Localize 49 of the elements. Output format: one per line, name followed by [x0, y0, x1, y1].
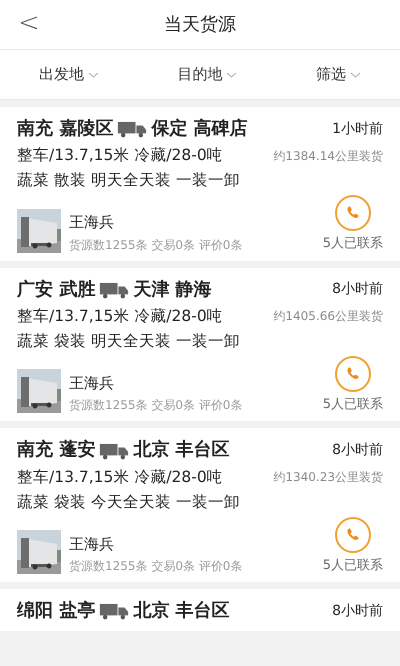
cargo-card[interactable]: 南充 嘉陵区 保定 高碑店 1小时前 整车/13.7,15米 冷藏/28-0吨 约1384.14公里装货 蔬菜 散装 明天全天装 一装一卸 王海兵 货源数1255条 交易0条 评价0条 5人已联系	[0, 107, 400, 261]
truck-icon	[99, 280, 130, 299]
destination: 保定 高碑店	[151, 117, 248, 141]
origin: 南充 嘉陵区	[17, 117, 114, 141]
distance: 约1340.23公里装货	[273, 469, 383, 486]
chevron-down-icon	[350, 70, 361, 78]
cargo-card[interactable]: 绵阳 盐亭 北京 丰台区 8小时前	[0, 589, 400, 632]
chevron-down-icon	[226, 70, 238, 78]
origin: 南充 蓬安	[17, 438, 96, 462]
post-time: 8小时前	[332, 441, 383, 460]
call-button[interactable]	[334, 356, 371, 392]
cargo-tags: 蔬菜 袋装 明天全天装 一装一卸	[17, 330, 240, 352]
page-title: 当天货源	[164, 13, 236, 37]
driver-name: 王海兵	[69, 372, 115, 394]
post-time: 1小时前	[332, 120, 383, 139]
filter-dropdown[interactable]: 出发地	[39, 63, 100, 86]
post-time: 8小时前	[332, 280, 383, 300]
driver-stats: 货源数1255条 交易0条 评价0条	[69, 397, 244, 414]
driver-stats: 货源数1255条 交易0条 评价0条	[69, 236, 244, 253]
cargo-card[interactable]: 广安 武胜 天津 静海 8小时前 整车/13.7,15米 冷藏/28-0吨 约1405.66公里装货 蔬菜 袋装 明天全天装 一装一卸 王海兵 货源数1255条 交易0条 评价0条 5人已联系	[0, 268, 400, 422]
destination: 天津 静海	[133, 278, 212, 302]
vehicle-spec: 整车/13.7,15米 冷藏/28-0吨	[17, 145, 223, 166]
post-time: 8小时前	[332, 602, 383, 621]
truck-icon	[99, 602, 130, 620]
driver-name: 王海兵	[69, 212, 115, 232]
destination: 北京 丰台区	[133, 438, 230, 462]
distance: 约1384.14公里装货	[273, 148, 383, 164]
truck-icon	[117, 120, 148, 138]
driver-name: 王海兵	[69, 534, 115, 554]
chevron-down-icon	[88, 70, 100, 78]
contact-count: 5人已联系	[322, 235, 383, 253]
vehicle-spec: 整车/13.7,15米 冷藏/28-0吨	[17, 306, 223, 327]
driver-stats: 货源数1255条 交易0条 评价0条	[69, 558, 244, 574]
distance: 约1405.66公里装货	[273, 308, 383, 325]
cargo-card[interactable]: 南充 蓬安 北京 丰台区 8小时前 整车/13.7,15米 冷藏/28-0吨 约1340.23公里装货 蔬菜 袋装 今天全天装 一装一卸 王海兵 货源数1255条 交易0条 评价0条 5人已联系	[0, 428, 400, 582]
destination: 北京 丰台区	[133, 599, 230, 624]
back-button[interactable]: <	[14, 8, 44, 40]
call-button[interactable]	[334, 195, 371, 232]
truck-icon	[99, 442, 130, 460]
cargo-tags: 蔬菜 散装 明天全天装 一装一卸	[17, 170, 240, 192]
origin: 广安 武胜	[17, 278, 96, 302]
filter-dropdown[interactable]: 筛选	[316, 63, 361, 86]
cargo-tags: 蔬菜 袋装 今天全天装 一装一卸	[17, 492, 240, 513]
vehicle-spec: 整车/13.7,15米 冷藏/28-0吨	[17, 466, 223, 488]
filter-dropdown[interactable]: 目的地	[177, 63, 238, 86]
contact-count: 5人已联系	[322, 396, 383, 414]
contact-count: 5人已联系	[322, 556, 383, 574]
origin: 绵阳 盐亭	[17, 599, 96, 624]
call-button[interactable]	[334, 516, 371, 553]
